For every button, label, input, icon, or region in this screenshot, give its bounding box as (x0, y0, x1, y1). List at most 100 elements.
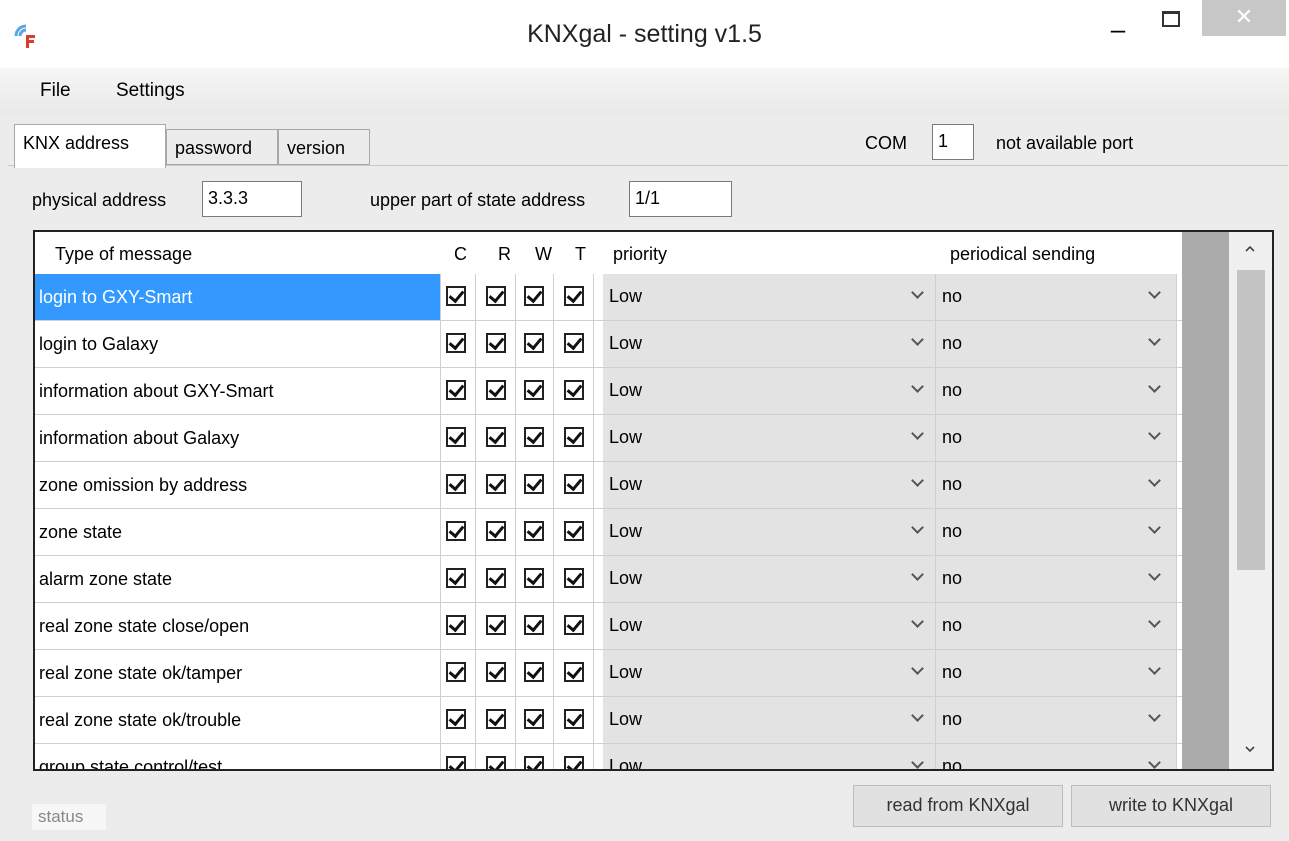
priority-dropdown[interactable]: Low (603, 368, 936, 414)
checkbox-c[interactable] (446, 521, 466, 541)
table-row[interactable]: zone omission by address Low no (35, 462, 1182, 509)
periodic-sending-dropdown[interactable]: no (936, 415, 1177, 461)
checkbox-r[interactable] (486, 615, 506, 635)
checkbox-w[interactable] (524, 662, 544, 682)
chevron-down-icon[interactable] (911, 711, 925, 725)
checkbox-t[interactable] (564, 662, 584, 682)
table-row[interactable]: alarm zone state Low no (35, 556, 1182, 603)
chevron-down-icon[interactable] (1148, 429, 1162, 443)
chevron-down-icon[interactable] (1148, 335, 1162, 349)
chevron-down-icon[interactable] (1148, 711, 1162, 725)
checkbox-r[interactable] (486, 521, 506, 541)
checkbox-r[interactable] (486, 474, 506, 494)
vertical-scrollbar[interactable] (1229, 232, 1272, 769)
checkbox-c[interactable] (446, 427, 466, 447)
physical-address-field[interactable]: 3.3.3 (202, 181, 302, 217)
checkbox-t[interactable] (564, 380, 584, 400)
header-c[interactable]: C (454, 244, 467, 265)
chevron-down-icon[interactable] (1148, 570, 1162, 584)
checkbox-w[interactable] (524, 333, 544, 353)
scroll-down-icon[interactable] (1245, 744, 1255, 754)
checkbox-w[interactable] (524, 380, 544, 400)
chevron-down-icon[interactable] (1148, 382, 1162, 396)
header-t[interactable]: T (575, 244, 586, 265)
header-w[interactable]: W (535, 244, 552, 265)
read-from-knxgal-button[interactable]: read from KNXgal (853, 785, 1063, 827)
close-button[interactable]: ✕ (1202, 0, 1286, 36)
priority-dropdown[interactable]: Low (603, 744, 936, 769)
tab-version[interactable]: version (278, 129, 370, 165)
chevron-down-icon[interactable] (1148, 288, 1162, 302)
priority-dropdown[interactable]: Low (603, 321, 936, 367)
chevron-down-icon[interactable] (1148, 758, 1162, 769)
checkbox-w[interactable] (524, 568, 544, 588)
priority-dropdown[interactable]: Low (603, 603, 936, 649)
checkbox-t[interactable] (564, 474, 584, 494)
table-row[interactable]: information about Galaxy Low no (35, 415, 1182, 462)
message-type-cell[interactable]: real zone state ok/trouble (35, 697, 441, 743)
table-row[interactable]: real zone state close/open Low no (35, 603, 1182, 650)
minimize-button[interactable]: – (1098, 16, 1138, 48)
checkbox-w[interactable] (524, 521, 544, 541)
message-type-cell[interactable]: information about Galaxy (35, 415, 441, 461)
priority-dropdown[interactable]: Low (603, 509, 936, 555)
chevron-down-icon[interactable] (911, 617, 925, 631)
table-row[interactable]: group state control/test Low no (35, 744, 1182, 769)
message-type-cell[interactable]: alarm zone state (35, 556, 441, 602)
checkbox-r[interactable] (486, 380, 506, 400)
priority-dropdown[interactable]: Low (603, 650, 936, 696)
checkbox-r[interactable] (486, 427, 506, 447)
chevron-down-icon[interactable] (911, 288, 925, 302)
maximize-button[interactable] (1145, 0, 1197, 40)
com-port-field[interactable]: 1 (932, 124, 974, 160)
checkbox-t[interactable] (564, 709, 584, 729)
periodic-sending-dropdown[interactable]: no (936, 697, 1177, 743)
checkbox-t[interactable] (564, 286, 584, 306)
checkbox-r[interactable] (486, 568, 506, 588)
priority-dropdown[interactable]: Low (603, 462, 936, 508)
menu-settings[interactable]: Settings (116, 80, 185, 102)
chevron-down-icon[interactable] (1148, 617, 1162, 631)
chevron-down-icon[interactable] (911, 335, 925, 349)
periodic-sending-dropdown[interactable]: no (936, 744, 1177, 769)
checkbox-w[interactable] (524, 427, 544, 447)
priority-dropdown[interactable]: Low (603, 556, 936, 602)
periodic-sending-dropdown[interactable]: no (936, 462, 1177, 508)
chevron-down-icon[interactable] (911, 476, 925, 490)
chevron-down-icon[interactable] (1148, 664, 1162, 678)
checkbox-t[interactable] (564, 756, 584, 769)
message-type-cell[interactable]: real zone state ok/tamper (35, 650, 441, 696)
message-type-cell[interactable]: real zone state close/open (35, 603, 441, 649)
tab-knx-address[interactable]: KNX address (14, 124, 166, 168)
message-type-cell[interactable]: group state control/test (35, 744, 441, 769)
scroll-up-icon[interactable] (1245, 244, 1255, 254)
tab-password[interactable]: password (166, 129, 278, 165)
periodic-sending-dropdown[interactable]: no (936, 509, 1177, 555)
chevron-down-icon[interactable] (911, 570, 925, 584)
priority-dropdown[interactable]: Low (603, 274, 936, 320)
checkbox-t[interactable] (564, 333, 584, 353)
scroll-thumb[interactable] (1237, 270, 1265, 570)
checkbox-r[interactable] (486, 709, 506, 729)
checkbox-w[interactable] (524, 615, 544, 635)
priority-dropdown[interactable]: Low (603, 697, 936, 743)
checkbox-c[interactable] (446, 568, 466, 588)
checkbox-c[interactable] (446, 380, 466, 400)
chevron-down-icon[interactable] (911, 664, 925, 678)
table-row[interactable]: real zone state ok/trouble Low no (35, 697, 1182, 744)
chevron-down-icon[interactable] (911, 758, 925, 769)
checkbox-c[interactable] (446, 286, 466, 306)
header-r[interactable]: R (498, 244, 511, 265)
priority-dropdown[interactable]: Low (603, 415, 936, 461)
header-type[interactable]: Type of message (55, 244, 192, 265)
checkbox-c[interactable] (446, 709, 466, 729)
checkbox-r[interactable] (486, 333, 506, 353)
checkbox-w[interactable] (524, 756, 544, 769)
table-row[interactable]: login to Galaxy Low no (35, 321, 1182, 368)
menu-file[interactable]: File (40, 80, 71, 102)
periodic-sending-dropdown[interactable]: no (936, 368, 1177, 414)
checkbox-w[interactable] (524, 286, 544, 306)
table-row[interactable]: information about GXY-Smart Low no (35, 368, 1182, 415)
checkbox-c[interactable] (446, 615, 466, 635)
header-priority[interactable]: priority (613, 244, 667, 265)
